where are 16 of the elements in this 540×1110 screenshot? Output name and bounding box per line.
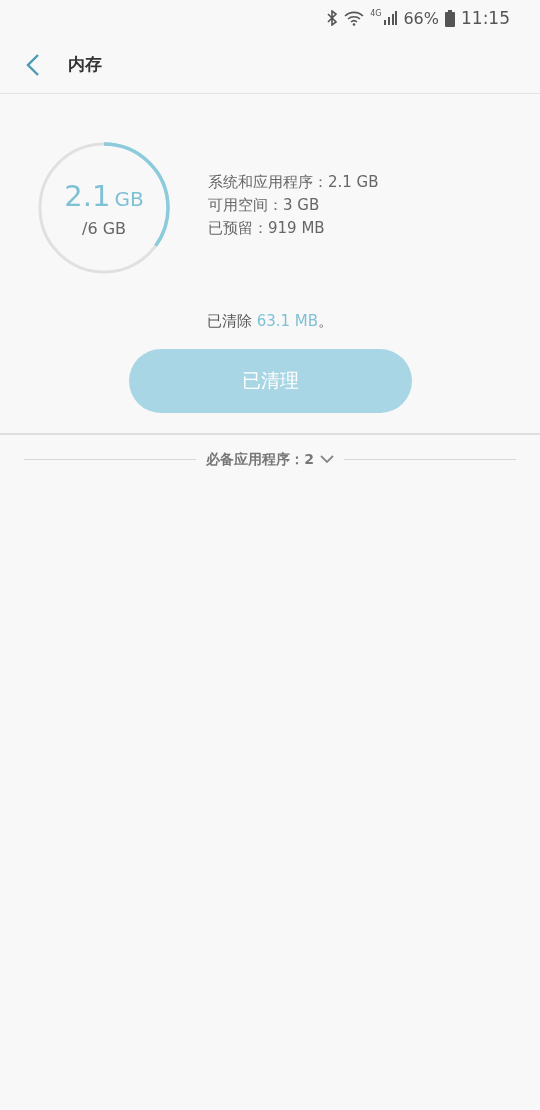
cleared-message: 已清除 63.1 MB。 bbox=[205, 312, 335, 331]
battery-icon bbox=[445, 9, 455, 27]
memory-detail: 已预留：919 MB bbox=[208, 218, 326, 238]
page-title: 内存 bbox=[68, 53, 102, 76]
signal-icon bbox=[383, 10, 398, 26]
clock: 11:15 bbox=[461, 8, 510, 28]
chevron-icon bbox=[319, 455, 334, 464]
memory-detail: 系统和应用程序：2.1 GB bbox=[208, 172, 379, 192]
used-memory: 2.1 GB bbox=[64, 178, 144, 213]
battery-percent: 66% bbox=[403, 8, 439, 28]
network-type: 4G bbox=[370, 9, 382, 18]
essential-apps-toggle[interactable]: 必备应用程序：2 bbox=[204, 450, 336, 469]
memory-detail: 可用空间：3 GB bbox=[208, 195, 321, 215]
bluetooth-icon bbox=[326, 10, 339, 26]
wifi-icon bbox=[344, 10, 365, 26]
total-memory: /6 GB bbox=[82, 218, 126, 238]
